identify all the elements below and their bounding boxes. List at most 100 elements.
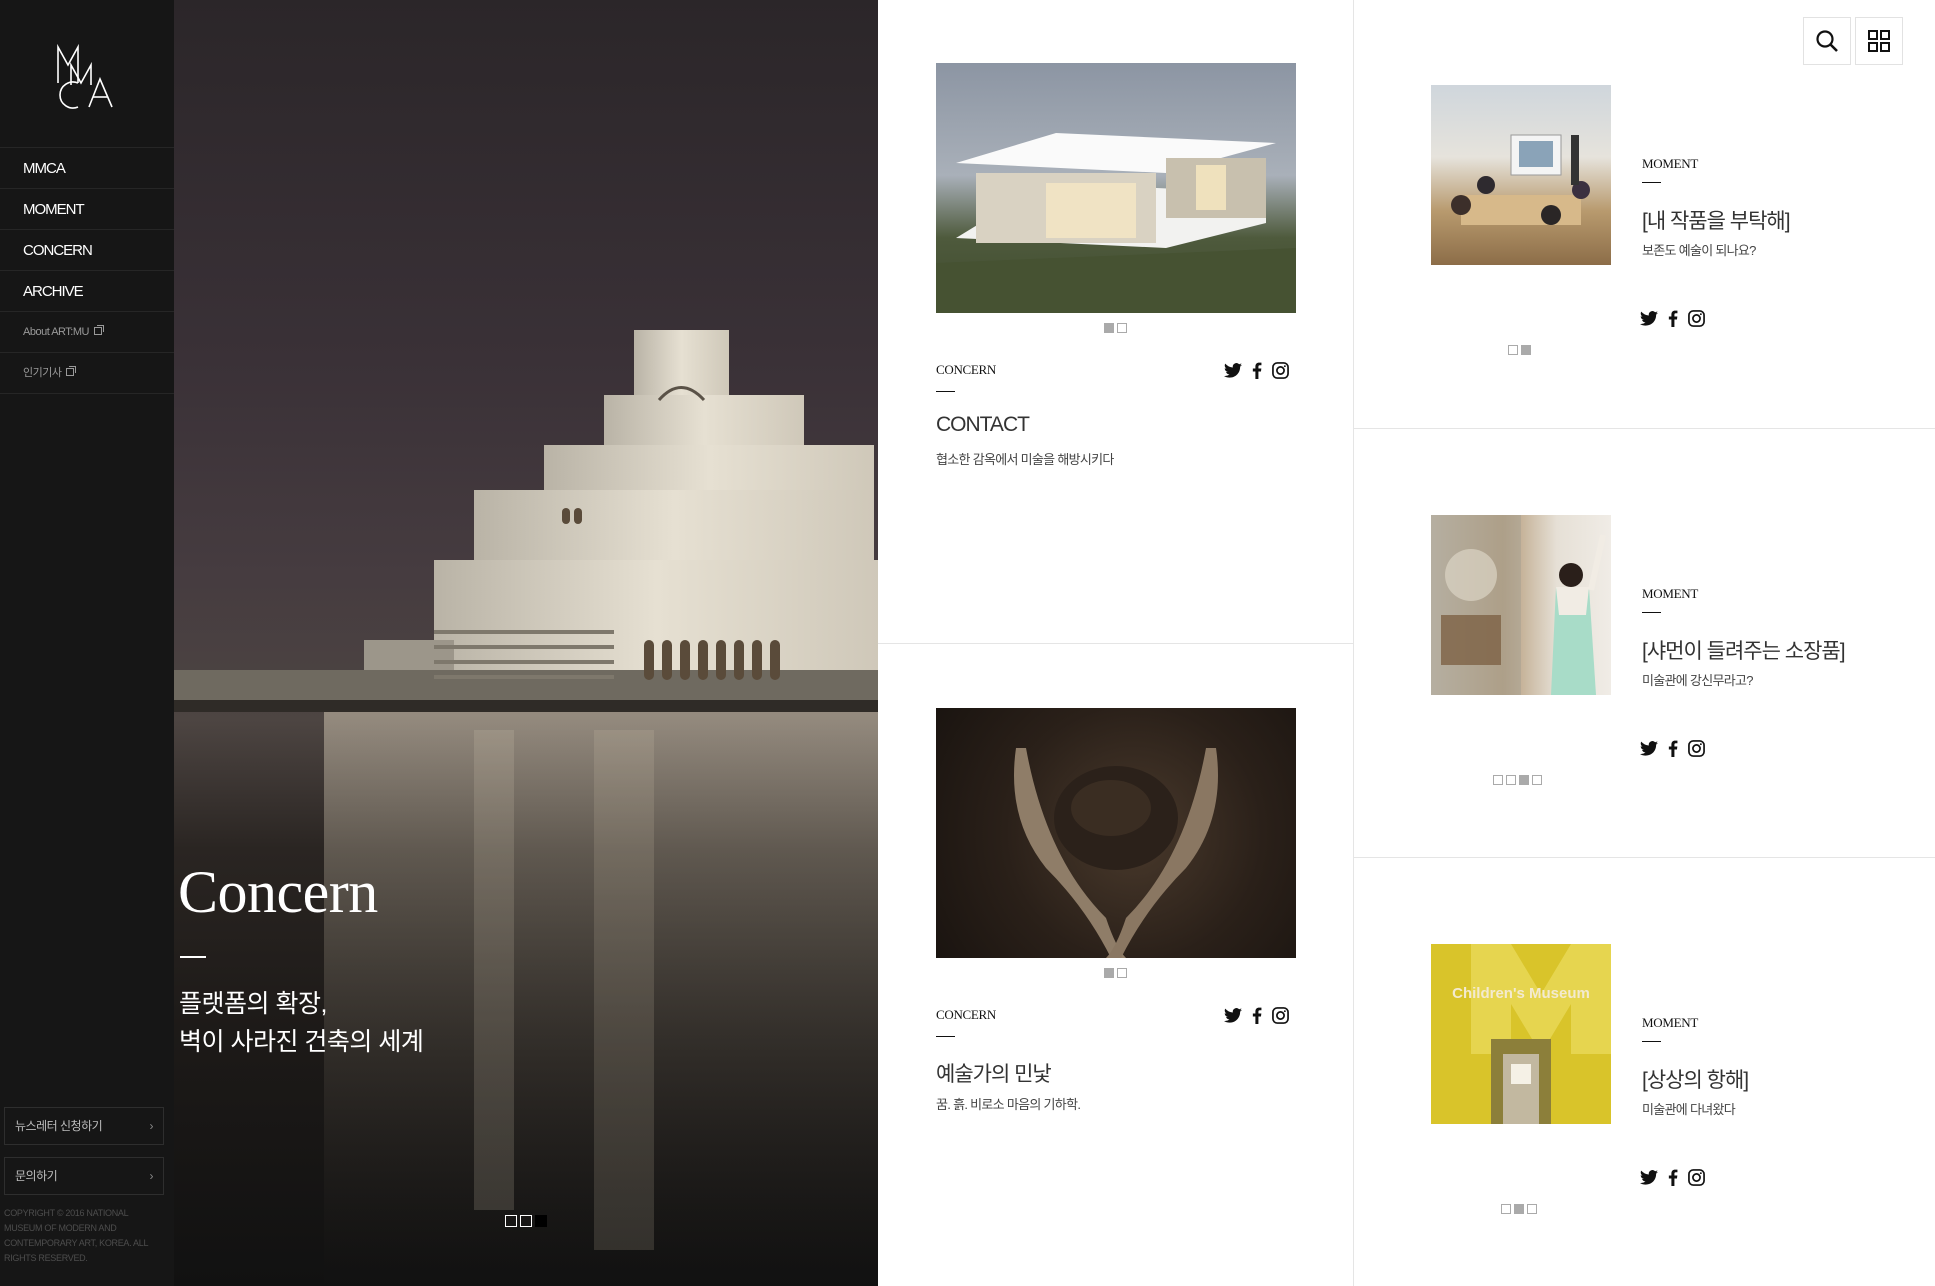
- card-dot-2[interactable]: [1521, 345, 1531, 355]
- card-title[interactable]: [샤먼이 들려주는 소장품]: [1642, 635, 1846, 665]
- main-nav: MMCA MOMENT CONCERN ARCHIVE About ART:MU…: [0, 147, 174, 394]
- nav-item-mmca[interactable]: MMCA: [0, 148, 174, 189]
- search-icon: [1816, 30, 1838, 52]
- twitter-icon[interactable]: [1224, 363, 1242, 383]
- column-divider: [1353, 0, 1354, 1286]
- nav-item-popular[interactable]: 인기기사: [0, 353, 174, 394]
- card-description: 협소한 감옥에서 미술을 해방시키다: [936, 452, 1114, 467]
- card-dot-1[interactable]: [1104, 968, 1114, 978]
- card-pagination: [1104, 968, 1127, 978]
- museum-night-photo: [174, 330, 878, 1286]
- row-divider: [1354, 857, 1935, 858]
- card-dot-4[interactable]: [1532, 775, 1542, 785]
- nav-item-concern[interactable]: CONCERN: [0, 230, 174, 271]
- card-dot-2[interactable]: [1117, 968, 1127, 978]
- card-title[interactable]: 예술가의 민낯: [936, 1058, 1052, 1088]
- copyright-text: COPYRIGHT © 2016 NATIONAL MUSEUM OF MODE…: [4, 1208, 148, 1263]
- card-dot-3[interactable]: [1527, 1204, 1537, 1214]
- card-pagination: [1493, 775, 1542, 785]
- card-dot-3[interactable]: [1519, 775, 1529, 785]
- card-category: CONCERN: [936, 362, 997, 377]
- hero-title: Concern: [178, 859, 378, 925]
- nav-item-archive[interactable]: ARCHIVE: [0, 271, 174, 312]
- share-icons: [1640, 310, 1705, 332]
- hero-divider: [180, 956, 206, 958]
- card-title[interactable]: [내 작품을 부탁해]: [1642, 205, 1791, 235]
- card-dot-2[interactable]: [1117, 323, 1127, 333]
- card-dot-1[interactable]: [1508, 345, 1518, 355]
- hands-holding-soil-photo[interactable]: [936, 708, 1296, 958]
- nav-item-about-artmu[interactable]: About ART:MU: [0, 312, 174, 353]
- row-divider: [878, 643, 1353, 644]
- newsletter-button[interactable]: 뉴스레터 신청하기 ›: [4, 1107, 164, 1145]
- contact-button[interactable]: 문의하기 ›: [4, 1157, 164, 1195]
- grid-menu-icon: [1868, 30, 1890, 52]
- twitter-icon[interactable]: [1640, 741, 1658, 761]
- hero-subtitle: 플랫폼의 확장, 벽이 사라진 건축의 세계: [179, 985, 424, 1061]
- share-icons: [1224, 1007, 1289, 1029]
- shaman-performer-photo[interactable]: [1431, 515, 1611, 695]
- card-pagination: [1501, 1204, 1537, 1214]
- hero-pagination: [505, 1215, 547, 1227]
- hero-dot-3[interactable]: [535, 1215, 547, 1227]
- instagram-icon[interactable]: [1688, 1169, 1705, 1191]
- instagram-icon[interactable]: [1688, 310, 1705, 332]
- white-modern-house-photo[interactable]: [936, 63, 1296, 313]
- chevron-right-icon: ›: [149, 1169, 154, 1183]
- row-divider: [1354, 428, 1935, 429]
- classroom-workshop-photo[interactable]: [1431, 85, 1611, 265]
- card-dot-1[interactable]: [1104, 323, 1114, 333]
- grid-menu-button[interactable]: [1855, 17, 1903, 65]
- mmca-logo-mark: [57, 43, 113, 109]
- search-button[interactable]: [1803, 17, 1851, 65]
- instagram-icon[interactable]: [1272, 1007, 1289, 1029]
- twitter-icon[interactable]: [1640, 311, 1658, 331]
- hero-subtitle-line-1: 플랫폼의 확장,: [179, 990, 327, 1018]
- share-icons: [1640, 740, 1705, 762]
- card-description: 보존도 예술이 되나요?: [1642, 243, 1756, 258]
- facebook-icon[interactable]: [1252, 362, 1262, 384]
- card-pagination: [1508, 345, 1531, 355]
- mmca-logo[interactable]: [0, 0, 174, 147]
- external-link-icon: [93, 325, 104, 335]
- card-dot-2[interactable]: [1506, 775, 1516, 785]
- category-divider: [1642, 612, 1661, 613]
- hero-dot-2[interactable]: [520, 1215, 532, 1227]
- facebook-icon[interactable]: [1668, 740, 1678, 762]
- facebook-icon[interactable]: [1668, 310, 1678, 332]
- facebook-icon[interactable]: [1252, 1007, 1262, 1029]
- card-description: 미술관에 다녀왔다: [1642, 1102, 1736, 1117]
- category-divider: [1642, 1041, 1661, 1042]
- childrens-museum-sign: Children's Museum: [1452, 985, 1590, 1002]
- share-icons: [1224, 362, 1289, 384]
- facebook-icon[interactable]: [1668, 1169, 1678, 1191]
- nav-item-about-label: About ART:MU: [23, 326, 89, 338]
- category-divider: [1642, 182, 1661, 183]
- share-icons: [1640, 1169, 1705, 1191]
- hero-subtitle-line-2: 벽이 사라진 건축의 세계: [179, 1028, 424, 1056]
- card-description: 미술관에 강신무라고?: [1642, 673, 1753, 688]
- childrens-museum-entrance-photo[interactable]: Children's Museum: [1431, 944, 1611, 1124]
- hero-dot-1[interactable]: [505, 1215, 517, 1227]
- hero-slide[interactable]: Concern 플랫폼의 확장, 벽이 사라진 건축의 세계: [174, 0, 878, 1286]
- card-title[interactable]: CONTACT: [936, 413, 1030, 437]
- card-category: MOMENT: [1642, 586, 1698, 601]
- chevron-right-icon: ›: [149, 1119, 154, 1133]
- external-link-icon: [66, 366, 77, 376]
- category-divider: [936, 1036, 955, 1037]
- card-dot-1[interactable]: [1493, 775, 1503, 785]
- instagram-icon[interactable]: [1688, 740, 1705, 762]
- contact-label: 문의하기: [15, 1169, 58, 1183]
- twitter-icon[interactable]: [1224, 1008, 1242, 1028]
- sidebar: MMCA MOMENT CONCERN ARCHIVE About ART:MU…: [0, 0, 174, 1286]
- nav-item-moment[interactable]: MOMENT: [0, 189, 174, 230]
- card-pagination: [1104, 323, 1127, 333]
- card-dot-1[interactable]: [1501, 1204, 1511, 1214]
- card-title[interactable]: [상상의 항해]: [1642, 1064, 1749, 1094]
- card-dot-2[interactable]: [1514, 1204, 1524, 1214]
- category-divider: [936, 391, 955, 392]
- instagram-icon[interactable]: [1272, 362, 1289, 384]
- twitter-icon[interactable]: [1640, 1170, 1658, 1190]
- nav-item-popular-label: 인기기사: [23, 367, 62, 379]
- card-category: CONCERN: [936, 1007, 997, 1022]
